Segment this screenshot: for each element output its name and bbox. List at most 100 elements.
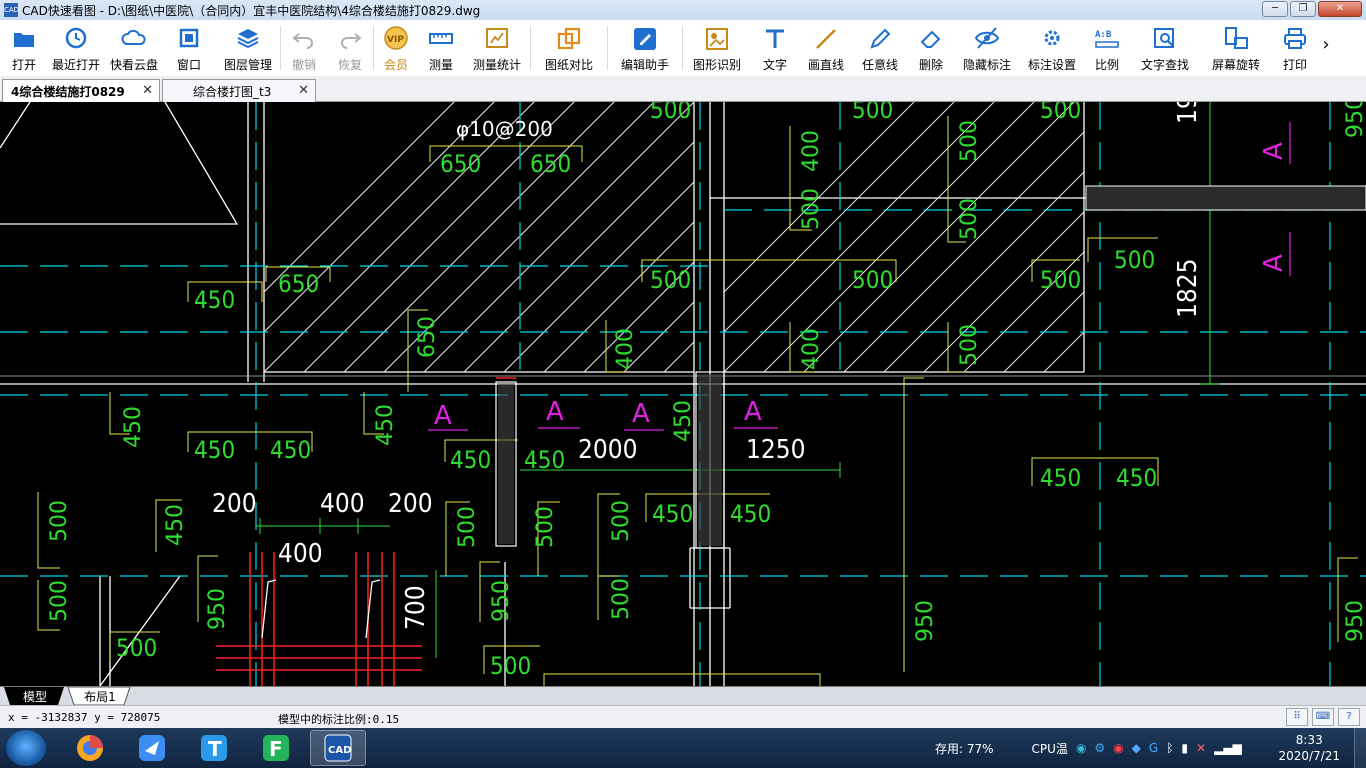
toolbar-button-label: 画直线	[807, 58, 844, 72]
taskbar-app-t[interactable]: T	[186, 730, 242, 766]
taskbar-app-cad[interactable]: CAD	[310, 730, 366, 766]
tray-icon-1[interactable]: ◉	[1076, 741, 1086, 755]
cloud-icon	[121, 26, 147, 50]
toolbar-button-redo[interactable]: 恢复	[327, 20, 373, 76]
section-mark: A	[546, 397, 564, 427]
window-title: CAD快速看图 - D:\图纸\中医院\（合同内）宜丰中医院结构\4综合楼结施打…	[22, 3, 481, 18]
hatch-pattern	[264, 102, 694, 372]
tray-icon-4[interactable]: ◆	[1132, 741, 1141, 755]
rebar-hooks	[261, 579, 381, 639]
taskbar-app-green[interactable]: F	[248, 730, 304, 766]
toolbar-button-label: 任意线	[861, 58, 898, 72]
svg-text:A:B: A:B	[1095, 30, 1112, 40]
grid-icon[interactable]: ⠿	[1286, 708, 1308, 726]
status-bar: x = -3132837 y = 728075 模型中的标注比例:0.15 ⠿ …	[0, 705, 1366, 728]
toolbar-button-folder-open[interactable]: 打开	[2, 20, 46, 76]
dim-label: 500	[650, 266, 691, 294]
memory-usage: 存用: 77%	[935, 741, 994, 756]
taskbar-app-feishu[interactable]	[124, 730, 180, 766]
taskbar-app-browser[interactable]	[62, 730, 118, 766]
tab-4zonghelou[interactable]: 4综合楼结施打0829 ✕	[2, 79, 160, 102]
help-icon[interactable]: ?	[1338, 708, 1360, 726]
toolbar-button-text[interactable]: 文字	[751, 20, 799, 76]
toolbar-button-pen[interactable]: 任意线	[853, 20, 907, 76]
toolbar-button-label: 最近打开	[51, 58, 100, 72]
dim-label: 450	[652, 500, 693, 528]
vip-icon: VIP	[383, 26, 409, 50]
toolbar-button-scale[interactable]: A:B 比例	[1085, 20, 1129, 76]
battery-icon[interactable]: ▮	[1181, 741, 1188, 755]
rotate-screen-icon	[1223, 26, 1249, 50]
window-icon	[176, 26, 202, 50]
toolbar-button-eye-hide[interactable]: 隐藏标注	[955, 20, 1019, 76]
layout-tab-model[interactable]: 模型	[10, 687, 60, 705]
dim-label: 450	[194, 286, 235, 314]
minimize-button[interactable]: ─	[1262, 1, 1288, 17]
toolbar-button-ruler[interactable]: 测量	[418, 20, 464, 76]
tab-label: 综合楼打图_t3	[193, 84, 272, 99]
toolbar-button-clock[interactable]: 最近打开	[46, 20, 106, 76]
dim-label: 950	[913, 600, 938, 642]
signal-icon[interactable]: ▂▄▆	[1214, 741, 1242, 755]
dim-label: 500	[609, 578, 634, 620]
dim-label: 650	[440, 150, 481, 178]
volume-icon[interactable]: ✕	[1196, 741, 1206, 755]
toolbar-button-measure-stats[interactable]: 测量统计	[464, 20, 530, 76]
close-tab-icon[interactable]: ✕	[298, 83, 309, 98]
dim-label: 450	[1040, 464, 1081, 492]
dim-label: 500	[957, 324, 982, 366]
close-button[interactable]: ✕	[1318, 1, 1362, 17]
toolbar-button-label: 恢复	[337, 58, 362, 72]
tab-zonghelou-dayin[interactable]: 综合楼打图_t3 ✕	[162, 79, 316, 102]
show-desktop-button[interactable]	[1354, 728, 1366, 768]
annotation-settings-icon	[1039, 26, 1065, 50]
toolbar-button-annotation-settings[interactable]: 标注设置	[1019, 20, 1085, 76]
toolbar-button-label: 测量统计	[472, 58, 521, 72]
toolbar-button-cloud[interactable]: 快看云盘	[106, 20, 162, 76]
toolbar-button-shape-recognize[interactable]: 图形识别	[683, 20, 751, 76]
tray-icon-3[interactable]: ◉	[1113, 741, 1123, 755]
close-tab-icon[interactable]: ✕	[142, 83, 153, 98]
toolbar-button-text-search[interactable]: 文字查找	[1129, 20, 1201, 76]
restore-button[interactable]: ❐	[1290, 1, 1316, 17]
cad-drawing[interactable]: φ10@200 650 650 650 450 500 500 500 500 …	[0, 102, 1366, 686]
toolbar-button-edit-assistant[interactable]: 编辑助手	[608, 20, 682, 76]
toolbar-button-compare[interactable]: 图纸对比	[531, 20, 607, 76]
section-mark: A	[744, 397, 762, 427]
app-logo-icon: CAD	[4, 3, 19, 17]
toolbar-button-window[interactable]: 窗口	[162, 20, 216, 76]
toolbar-button-undo[interactable]: 撤销	[281, 20, 327, 76]
start-button[interactable]	[6, 730, 46, 766]
clock[interactable]: 8:33 2020/7/21	[1278, 732, 1340, 764]
toolbar-button-eraser[interactable]: 删除	[907, 20, 955, 76]
toolbar-button-label: 删除	[918, 58, 943, 72]
dimension-text-group: 650 650 650 450 500 500 500 500 500 450 …	[116, 102, 1157, 680]
toolbar-button-vip[interactable]: VIP 会员	[374, 20, 418, 76]
layout-tab-layout1[interactable]: 布局1	[74, 687, 126, 705]
dim-label: 500	[47, 500, 72, 542]
toolbar-more-chevron-icon[interactable]: ›	[1319, 20, 1333, 76]
toolbar-button-printer[interactable]: 打印	[1271, 20, 1319, 76]
cursor-coordinates: x = -3132837 y = 728075	[8, 711, 161, 724]
toolbar-button-label: 隐藏标注	[962, 58, 1011, 72]
svg-text:VIP: VIP	[387, 35, 404, 45]
text-icon	[762, 26, 788, 50]
toolbar-button-label: 图纸对比	[544, 58, 593, 72]
toolbar-button-label: 快看云盘	[109, 58, 158, 72]
main-toolbar: 打开 最近打开 快看云盘 窗口 图层管理 撤销 恢复 VIP 会员 测量 测量统计 图纸对比 编辑助手 图…	[0, 20, 1366, 76]
dim-label: 400	[799, 328, 824, 370]
toolbar-button-label: 窗口	[176, 58, 201, 72]
dim-label: 2000	[578, 435, 638, 465]
tray-icon-5[interactable]: G	[1149, 741, 1158, 755]
keyboard-icon[interactable]: ⌨	[1312, 708, 1334, 726]
toolbar-button-label: 测量	[428, 58, 453, 72]
gear-icon[interactable]: ⚙	[1094, 741, 1105, 755]
dim-label: 500	[852, 102, 893, 124]
toolbar-button-line[interactable]: 画直线	[799, 20, 853, 76]
toolbar-button-layers[interactable]: 图层管理	[216, 20, 280, 76]
dim-label: 500	[533, 506, 558, 548]
toolbar-button-rotate-screen[interactable]: 屏幕旋转	[1201, 20, 1271, 76]
drawing-canvas[interactable]: φ10@200 650 650 650 450 500 500 500 500 …	[0, 102, 1366, 686]
dim-label: 650	[530, 150, 571, 178]
bluetooth-icon[interactable]: ᛒ	[1166, 741, 1173, 755]
